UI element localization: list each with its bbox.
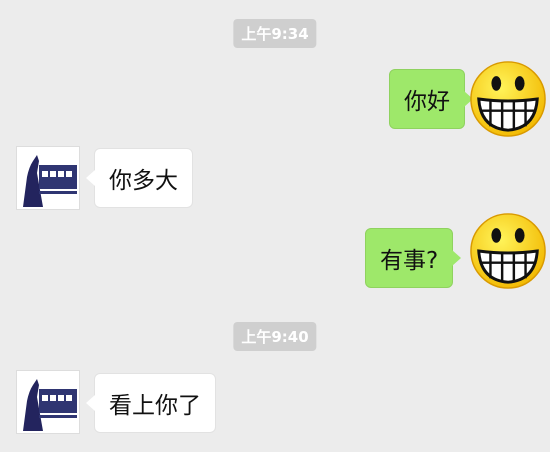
grin-emoji-icon[interactable]	[469, 60, 547, 138]
message-bubble-incoming[interactable]: 看上你了	[86, 373, 216, 433]
timestamp: 上午9:34	[233, 19, 317, 48]
message-bubble-outgoing[interactable]: 你好	[389, 69, 473, 129]
logo-avatar[interactable]	[16, 370, 80, 434]
grin-emoji-icon[interactable]	[469, 212, 547, 290]
message-bubble-outgoing[interactable]: 有事?	[365, 228, 462, 288]
message-bubble-incoming[interactable]: 你多大	[86, 148, 193, 208]
chat-window: 上午9:34 你好 你多大 有事? 上午9:40 看上你了	[0, 0, 550, 452]
timestamp: 上午9:40	[233, 322, 317, 351]
logo-avatar[interactable]	[16, 146, 80, 210]
